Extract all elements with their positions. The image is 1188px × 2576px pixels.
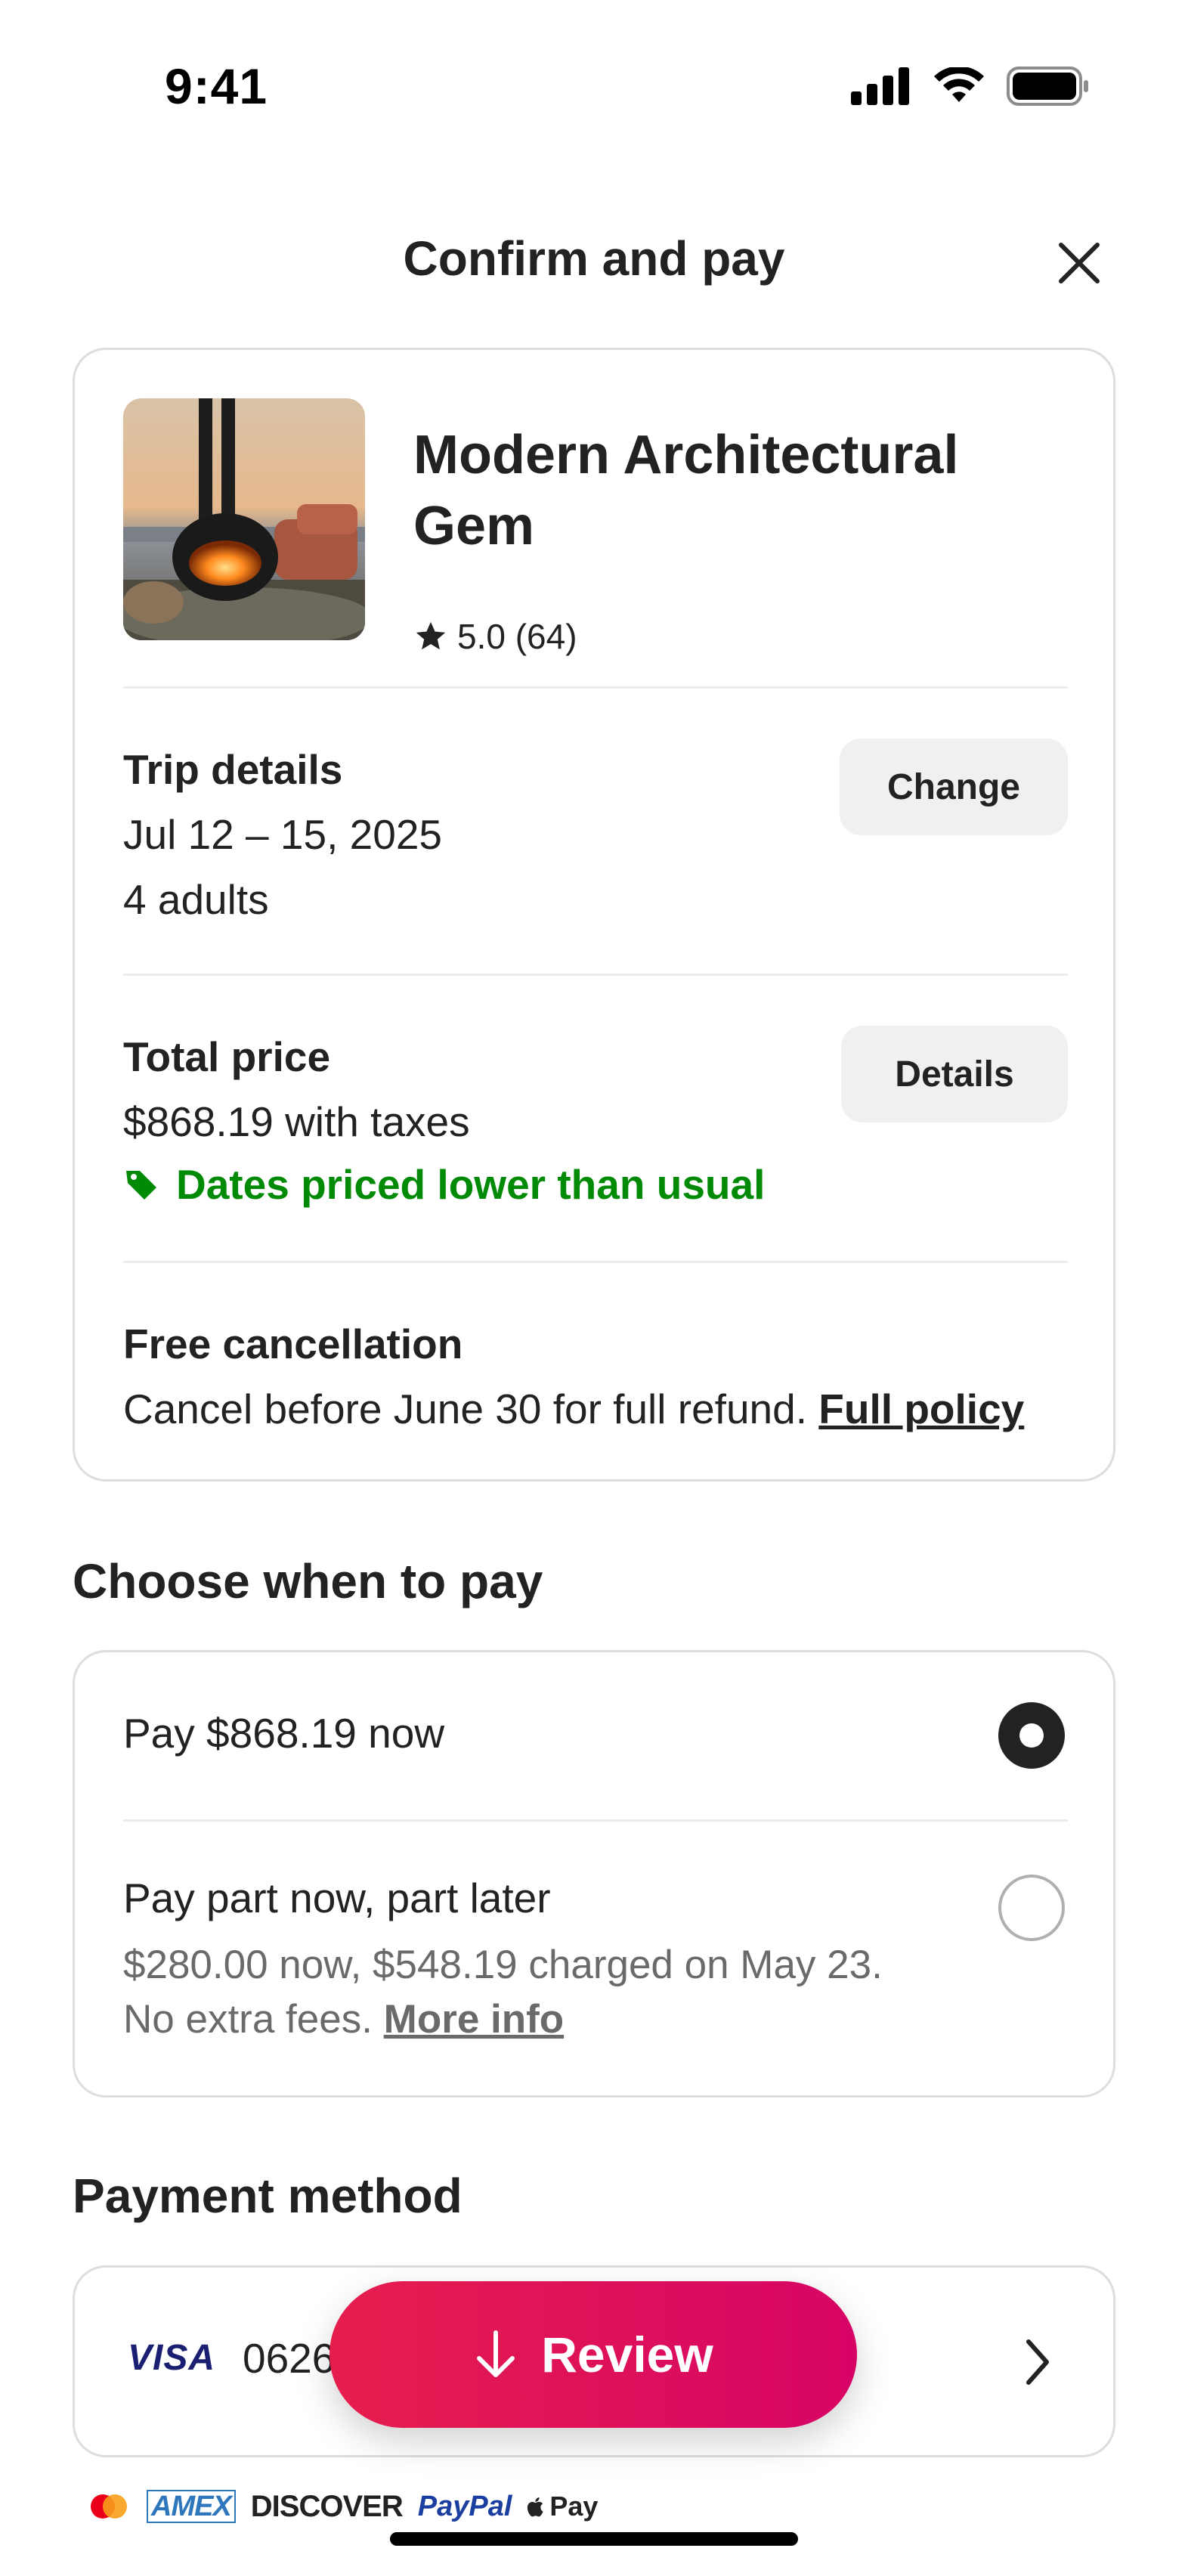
apple-icon <box>527 2497 543 2517</box>
payment-method-heading: Payment method <box>73 2169 463 2223</box>
cancellation-text: Cancel before June 30 for full refund. F… <box>123 1382 1068 1435</box>
paypal-logo: PayPal <box>417 2490 512 2522</box>
listing-title: Modern Architectural Gem <box>413 425 959 556</box>
rating-text: 5.0 (64) <box>457 617 577 656</box>
pay-now-label[interactable]: Pay $868.19 now <box>123 1709 444 1757</box>
cancellation-title: Free cancellation <box>123 1321 463 1367</box>
more-info-link[interactable]: More info <box>384 1997 564 2042</box>
divider <box>123 974 1068 976</box>
card-last-digits: 0626 <box>243 2335 336 2382</box>
home-indicator <box>390 2532 798 2546</box>
accepted-payment-logos: AMEX DISCOVER PayPal Pay <box>86 2487 598 2526</box>
apple-pay-text: Pay <box>549 2491 599 2522</box>
listing-summary-card: Modern Architectural Gem 5.0 (64) Trip d… <box>73 348 1115 1482</box>
full-policy-link[interactable]: Full policy <box>818 1386 1024 1432</box>
pay-later-description: $280.00 now, $548.19 charged on May 23. … <box>123 1938 985 2047</box>
listing-photo <box>123 398 365 640</box>
status-time: 9:41 <box>165 58 268 114</box>
wifi-icon <box>934 67 984 102</box>
listing-header: Modern Architectural Gem 5.0 (64) <box>123 398 1068 656</box>
visa-logo: VISA <box>128 2338 216 2378</box>
pay-now-radio[interactable] <box>998 1702 1065 1769</box>
close-icon <box>1059 243 1100 283</box>
mastercard-icon <box>91 2494 127 2519</box>
pay-later-label[interactable]: Pay part now, part later <box>123 1874 551 1922</box>
pay-options-card: Pay $868.19 now Pay part now, part later… <box>73 1650 1115 2098</box>
battery-icon <box>1007 67 1088 106</box>
pay-later-schedule: $280.00 now, $548.19 charged on May 23. <box>123 1943 883 1987</box>
close-button[interactable] <box>1054 238 1104 288</box>
pay-later-fees: No extra fees. More info <box>123 1992 985 2047</box>
apple-pay-logo: Pay <box>527 2491 598 2522</box>
cancellation-section: Free cancellation Cancel before June 30 … <box>123 1317 1068 1446</box>
divider <box>123 1819 1068 1822</box>
listing-rating: 5.0 (64) <box>413 616 577 657</box>
trip-guests: 4 adults <box>123 876 269 923</box>
page-title: Confirm and pay <box>403 231 785 286</box>
deal-badge: Dates priced lower than usual <box>123 1160 1068 1209</box>
review-button[interactable]: Review <box>329 2281 857 2428</box>
pay-later-fees-text: No extra fees. <box>123 1997 373 2042</box>
chevron-right-icon <box>1022 2336 1053 2392</box>
total-price-section: Total price $868.19 with taxes Dates pri… <box>123 1026 1068 1212</box>
change-trip-button[interactable]: Change <box>840 738 1068 835</box>
pay-later-radio[interactable] <box>998 1875 1065 1941</box>
discover-logo: DISCOVER <box>250 2489 404 2523</box>
trip-details-section: Trip details Jul 12 – 15, 2025 4 adults … <box>123 738 1068 923</box>
star-icon <box>416 621 446 650</box>
review-button-label: Review <box>541 2327 713 2382</box>
status-icons <box>851 67 1090 106</box>
status-bar: 9:41 <box>0 0 1188 174</box>
choose-when-to-pay-heading: Choose when to pay <box>73 1554 543 1608</box>
amex-logo: AMEX <box>147 2490 236 2523</box>
cellular-signal-icon <box>851 67 909 105</box>
divider <box>123 1261 1068 1263</box>
divider <box>123 686 1068 689</box>
price-tag-icon <box>126 1171 156 1200</box>
price-details-button[interactable]: Details <box>841 1026 1068 1122</box>
arrow-down-icon <box>477 2330 515 2377</box>
cancellation-body: Cancel before June 30 for full refund. <box>123 1386 808 1432</box>
deal-text: Dates priced lower than usual <box>176 1161 766 1208</box>
